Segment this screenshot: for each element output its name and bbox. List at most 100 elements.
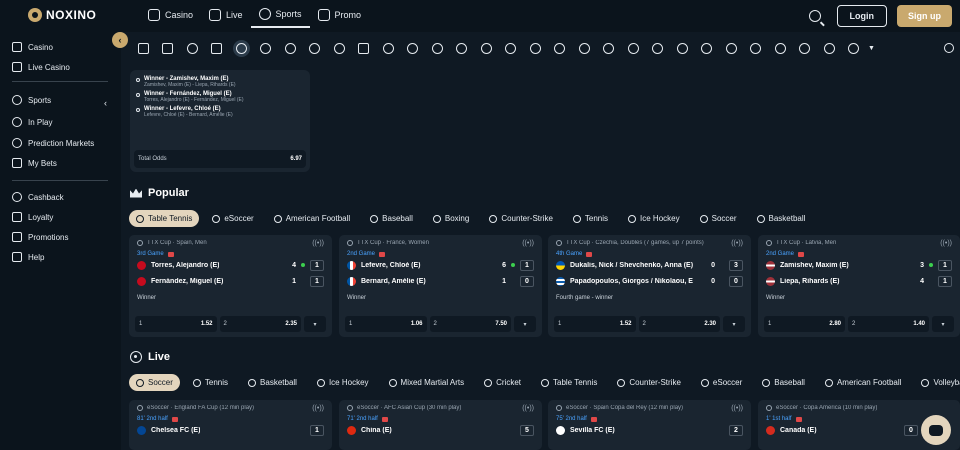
search-icon[interactable] xyxy=(944,43,954,53)
golf-icon[interactable] xyxy=(744,42,769,54)
odds-button[interactable]: 1 1.52 xyxy=(135,316,217,332)
mma-icon[interactable] xyxy=(352,42,377,54)
topnav-casino[interactable]: Casino xyxy=(140,2,201,28)
more-markets-button[interactable]: ▾ xyxy=(514,316,536,332)
chip-mma[interactable]: Mixed Martial Arts xyxy=(382,374,472,391)
ebaseball-icon[interactable] xyxy=(450,42,475,54)
brand-logo[interactable]: NOXINO xyxy=(28,8,96,22)
match-card[interactable]: TTX Cup · Spain, Men ((•)) 3rd Game Torr… xyxy=(129,235,332,337)
odds-button[interactable]: 1 1.06 xyxy=(345,316,427,332)
search-icon[interactable] xyxy=(808,10,821,22)
ebasketball-icon[interactable] xyxy=(523,42,548,54)
handball-icon[interactable] xyxy=(719,42,744,54)
topnav-promo[interactable]: Promo xyxy=(310,2,370,28)
tennis-icon[interactable] xyxy=(278,42,303,54)
sidebar-item-promotions[interactable]: Promotions xyxy=(12,232,68,242)
betslip-icon[interactable] xyxy=(205,42,230,54)
chip-american-football[interactable]: American Football xyxy=(267,210,357,227)
chevron-left-icon[interactable]: ‹ xyxy=(104,98,107,108)
chip-cricket[interactable]: Cricket xyxy=(477,374,528,391)
chip-soccer[interactable]: Soccer xyxy=(129,374,180,391)
ice-hockey-icon[interactable] xyxy=(572,42,597,54)
home-icon[interactable] xyxy=(131,42,156,54)
chip-table-tennis[interactable]: Table Tennis xyxy=(129,210,200,227)
france-flag-icon xyxy=(347,260,356,270)
odds-button[interactable]: 2 2.30 xyxy=(638,316,720,332)
chip-tennis[interactable]: Tennis xyxy=(566,210,615,227)
sidebar-item-loyalty[interactable]: Loyalty xyxy=(12,212,53,222)
more-markets-button[interactable]: ▾ xyxy=(304,316,326,332)
counter-strike-icon[interactable] xyxy=(401,42,426,54)
table-tennis-icon[interactable] xyxy=(229,42,254,54)
chip-basketball[interactable]: Basketball xyxy=(750,210,813,227)
chip-counter-strike[interactable]: Counter-Strike xyxy=(610,374,688,391)
betslip-selection[interactable]: Winner - Lefevre, Chloé (E) Lefevre, Chl… xyxy=(136,106,304,118)
baseball-icon[interactable] xyxy=(376,42,401,54)
live-tv-icon[interactable] xyxy=(156,42,181,54)
odds-button[interactable]: 1 1.52 xyxy=(554,316,636,332)
sidebar-item-prediction-markets[interactable]: Prediction Markets xyxy=(12,138,94,148)
sidebar-item-sports[interactable]: Sports xyxy=(12,95,51,105)
more-markets-button[interactable]: ▾ xyxy=(723,316,745,332)
chip-table-tennis[interactable]: Table Tennis xyxy=(534,374,604,391)
chip-volleyball[interactable]: Volleyball xyxy=(914,374,960,391)
sidebar-item-cashback[interactable]: Cashback xyxy=(12,192,64,202)
snooker-icon[interactable] xyxy=(768,42,793,54)
betslip-selection[interactable]: Winner - Zamishev, Maxim (E) Zamishev, M… xyxy=(136,76,304,88)
ecricket-icon[interactable] xyxy=(646,42,671,54)
live-match-card[interactable]: eSoccer · Spain Copa del Rey (12 min pla… xyxy=(548,400,751,450)
soccer-icon[interactable] xyxy=(254,42,279,54)
horse-racing-icon[interactable] xyxy=(842,42,867,54)
esoccer-icon[interactable] xyxy=(425,42,450,54)
eicehockey-icon[interactable] xyxy=(597,42,622,54)
sidebar-collapse-button[interactable]: ‹ xyxy=(112,32,128,48)
odds-button[interactable]: 2 2.35 xyxy=(219,316,301,332)
efootball-icon[interactable] xyxy=(621,42,646,54)
sidebar-item-help[interactable]: Help xyxy=(12,252,44,262)
sidebar-item-casino[interactable]: Casino xyxy=(12,42,53,52)
signup-button[interactable]: Sign up xyxy=(897,5,952,27)
sidebar-item-live-casino[interactable]: Live Casino xyxy=(12,62,70,72)
odds-button[interactable]: 2 1.40 xyxy=(848,316,929,332)
basketball-icon[interactable] xyxy=(303,42,328,54)
cricket-icon[interactable] xyxy=(327,42,352,54)
badminton-icon[interactable] xyxy=(670,42,695,54)
chip-esoccer[interactable]: eSoccer xyxy=(694,374,749,391)
sidebar-item-in-play[interactable]: In Play xyxy=(12,117,52,127)
rugby-icon[interactable] xyxy=(817,42,842,54)
volleyball-icon[interactable] xyxy=(499,42,524,54)
chevron-down-icon[interactable]: ▼ xyxy=(868,45,875,52)
login-button[interactable]: Login xyxy=(836,5,887,27)
live-match-card[interactable]: eSoccer · England FA Cup (12 min play) (… xyxy=(129,400,332,450)
chip-boxing[interactable]: Boxing xyxy=(426,210,476,227)
chip-tennis[interactable]: Tennis xyxy=(186,374,235,391)
chip-baseball[interactable]: Baseball xyxy=(755,374,812,391)
chip-ice-hockey[interactable]: Ice Hockey xyxy=(621,210,687,227)
betslip-panel: Winner - Zamishev, Maxim (E) Zamishev, M… xyxy=(130,70,310,172)
odds-value: 2.30 xyxy=(704,321,716,327)
etennis-icon[interactable] xyxy=(548,42,573,54)
topnav-sports[interactable]: Sports xyxy=(250,2,310,28)
sidebar-item-my-bets[interactable]: My Bets xyxy=(12,158,57,168)
chip-american-football[interactable]: American Football xyxy=(818,374,908,391)
star-icon[interactable] xyxy=(180,42,205,54)
more-markets-button[interactable]: ▾ xyxy=(932,316,954,332)
live-match-card[interactable]: eSoccer · AFC Asian Cup (30 min play) ((… xyxy=(339,400,542,450)
topnav-live[interactable]: Live xyxy=(201,2,251,28)
boxing-icon[interactable] xyxy=(793,42,818,54)
odds-button[interactable]: 1 2.80 xyxy=(764,316,845,332)
chip-soccer[interactable]: Soccer xyxy=(693,210,744,227)
chip-counter-strike[interactable]: Counter-Strike xyxy=(482,210,560,227)
chip-esoccer[interactable]: eSoccer xyxy=(205,210,260,227)
chip-ice-hockey[interactable]: Ice Hockey xyxy=(310,374,376,391)
match-card[interactable]: TTX Cup · France, Women ((•)) 2nd Game L… xyxy=(339,235,542,337)
match-card[interactable]: TTX Cup · Latvia, Men ((•)) 2nd Game Zam… xyxy=(758,235,960,337)
betslip-selection[interactable]: Winner - Fernández, Miguel (E) Torres, A… xyxy=(136,91,304,103)
odds-button[interactable]: 2 7.50 xyxy=(429,316,511,332)
american-football-icon[interactable] xyxy=(474,42,499,54)
match-card[interactable]: TTX Cup · Czechia, Doubles (7 games, up … xyxy=(548,235,751,337)
chat-support-button[interactable] xyxy=(921,415,951,445)
chip-baseball[interactable]: Baseball xyxy=(363,210,420,227)
ping-pong-icon[interactable] xyxy=(695,42,720,54)
chip-basketball[interactable]: Basketball xyxy=(241,374,304,391)
